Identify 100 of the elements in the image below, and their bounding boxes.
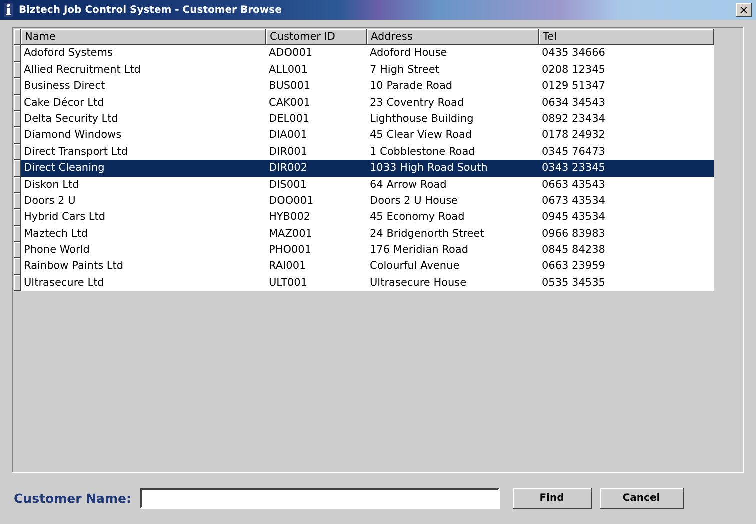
column-header[interactable]: Customer ID [266,29,367,46]
table-cell: Direct Transport Ltd [21,144,266,160]
table-cell: PHO001 [266,242,367,258]
table-cell: 64 Arrow Road [367,176,539,193]
table-cell: Business Direct [21,78,266,95]
table-cell: Delta Security Ltd [21,110,266,128]
table-cell: 0845 84238 [539,242,714,258]
row-indicator[interactable] [14,242,21,258]
table-row[interactable]: Phone World PHO001 176 Meridian Road 0845 84238 [14,242,743,258]
column-header[interactable]: Tel [539,29,714,46]
column-header[interactable]: Address [367,29,539,46]
table-cell: BUS001 [266,78,367,95]
row-indicator[interactable] [14,160,21,177]
table-cell: Cake Décor Ltd [21,94,266,111]
customer-name-field[interactable] [140,488,500,508]
table-cell: Maztech Ltd [21,226,266,242]
table-cell: Diamond Windows [21,127,266,144]
dialog-button[interactable]: Cancel [600,488,684,508]
table-cell: RAI001 [266,258,367,275]
table-cell: 0129 51347 [539,78,714,95]
table-row[interactable]: Diskon Ltd DIS001 64 Arrow Road 0663 43543 [14,176,743,193]
row-indicator[interactable] [14,274,21,292]
table-row[interactable]: Hybrid Cars Ltd HYB002 45 Economy Road 0945 43534 [14,209,743,226]
table-cell: 0966 83983 [539,226,714,242]
table-cell: Adoford Systems [21,45,266,62]
row-indicator[interactable] [14,144,21,160]
table-cell: 0663 43543 [539,176,714,193]
table-cell: DIS001 [266,176,367,193]
table-cell: Direct Cleaning [21,160,266,177]
table-cell: Lighthouse Building [367,110,539,128]
table-row[interactable]: Doors 2 U DOO001 Doors 2 U House 0673 43534 [14,192,743,210]
row-indicator[interactable] [14,209,21,226]
table-cell: Phone World [21,242,266,258]
table-cell: Hybrid Cars Ltd [21,209,266,226]
customer-name-label: Customer Name: [14,490,132,506]
dialog-button[interactable]: Find [512,488,592,508]
table-cell: DIR001 [266,144,367,160]
table-cell: Ultrasecure House [367,274,539,292]
table-row[interactable]: Maztech Ltd MAZ001 24 Bridgenorth Street 0966 83983 [14,226,743,242]
table-cell: 1033 High Road South [367,160,539,177]
table-row[interactable]: Delta Security Ltd DEL001 Lighthouse Building 0892 23434 [14,110,743,128]
table-cell: DIA001 [266,127,367,144]
table-cell: 0345 76473 [539,144,714,160]
table-cell: 0435 34666 [539,45,714,62]
table-row[interactable]: Rainbow Paints Ltd RAI001 Colourful Avenue 0663 23959 [14,258,743,275]
table-cell: CAK001 [266,94,367,111]
table-cell: Ultrasecure Ltd [21,274,266,292]
table-row[interactable]: Cake Décor Ltd CAK001 23 Coventry Road 0634 34543 [14,94,743,111]
table-cell: DEL001 [266,110,367,128]
table-cell: 7 High Street [367,62,539,78]
table-cell: 45 Economy Road [367,209,539,226]
table-cell: DOO001 [266,192,367,210]
row-indicator[interactable] [14,94,21,111]
table-cell: 10 Parade Road [367,78,539,95]
row-indicator[interactable] [14,62,21,78]
window-title: Biztech Job Control System - Customer Browse [19,4,282,16]
table-cell: HYB002 [266,209,367,226]
table-cell: ADO001 [266,45,367,62]
table-cell: DIR002 [266,160,367,177]
table-row[interactable]: Direct Transport Ltd DIR001 1 Cobblestone Road 0345 76473 [14,144,743,160]
table-cell: 24 Bridgenorth Street [367,226,539,242]
table-row[interactable]: Business Direct BUS001 10 Parade Road 0129 51347 [14,78,743,95]
table-cell: 0663 23959 [539,258,714,275]
table-cell: Adoford House [367,45,539,62]
table-cell: Doors 2 U [21,192,266,210]
table-row[interactable]: Diamond Windows DIA001 45 Clear View Road 0178 24932 [14,127,743,144]
table-row[interactable]: Ultrasecure Ltd ULT001 Ultrasecure House 0535 34535 [14,274,743,292]
row-indicator[interactable] [14,226,21,242]
table-cell: 45 Clear View Road [367,127,539,144]
table-cell: Doors 2 U House [367,192,539,210]
row-indicator[interactable] [14,110,21,128]
table-cell: ULT001 [266,274,367,292]
table-cell: 176 Meridian Road [367,242,539,258]
table-cell: Colourful Avenue [367,258,539,275]
table-row[interactable]: Adoford Systems ADO001 Adoford House 0435 34666 [14,45,743,62]
column-header[interactable]: Name [21,29,266,46]
table-cell: Diskon Ltd [21,176,266,193]
table-cell: Allied Recruitment Ltd [21,62,266,78]
table-cell: 1 Cobblestone Road [367,144,539,160]
table-cell: ALL001 [266,62,367,78]
table-cell: 0178 24932 [539,127,714,144]
row-indicator[interactable] [14,78,21,95]
table-cell: 0343 23345 [539,160,714,177]
table-cell: 0634 34543 [539,94,714,111]
info-icon [4,3,13,17]
table-cell: Rainbow Paints Ltd [21,258,266,275]
table-cell: MAZ001 [266,226,367,242]
row-indicator[interactable] [14,176,21,193]
table-cell: 0673 43534 [539,192,714,210]
table-cell: 0892 23434 [539,110,714,128]
close-button[interactable]: × [736,3,752,17]
row-indicator[interactable] [14,258,21,275]
table-row[interactable]: Allied Recruitment Ltd ALL001 7 High Street 0208 12345 [14,62,743,78]
row-indicator[interactable] [14,127,21,144]
table-row[interactable]: Direct Cleaning DIR002 1033 High Road South 0343 23345 [14,160,743,177]
table-cell: 23 Coventry Road [367,94,539,111]
row-indicator[interactable] [14,192,21,210]
table-cell: 0208 12345 [539,62,714,78]
table-cell: 0945 43534 [539,209,714,226]
row-indicator[interactable] [14,45,21,62]
